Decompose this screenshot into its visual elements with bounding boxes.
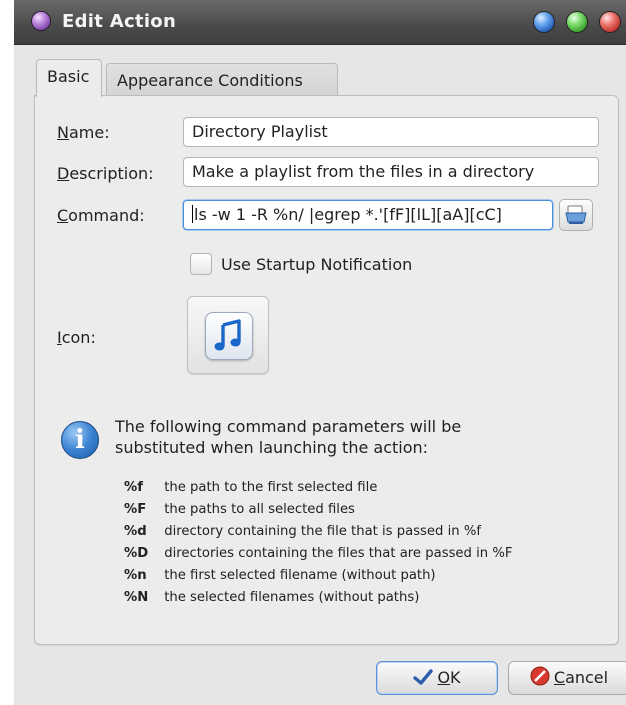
browse-command-button[interactable] [559,199,593,231]
param-row: %n the first selected filename (without … [124,568,436,583]
tab-basic-label: Basic [47,67,90,86]
icon-label: Icon: [57,328,96,347]
text-cursor [192,205,193,223]
open-file-icon [565,205,587,224]
param-row: %d directory containing the file that is… [124,524,481,539]
title-bar[interactable]: Edit Action [14,0,626,45]
description-label: Description: [57,164,154,183]
cancel-button[interactable]: Cancel [508,661,626,695]
param-row: %D directories containing the files that… [124,546,513,561]
tab-basic[interactable]: Basic [36,59,102,97]
basic-tab-panel: Name: Directory Playlist Description: Ma… [34,95,619,645]
name-label: Name: [57,123,110,142]
command-field[interactable]: ls -w 1 -R %n/ |egrep *.'[fF][lL][aA][cC… [183,200,553,230]
info-text: The following command parameters will be… [115,417,462,457]
tab-appearance-conditions[interactable]: Appearance Conditions [106,63,338,97]
tab-appearance-conditions-label: Appearance Conditions [117,71,303,90]
edit-action-window: Edit Action Basic Appearance Conditions … [14,0,626,705]
description-field[interactable]: Make a playlist from the files in a dire… [183,157,599,187]
music-note-icon [205,312,253,360]
startup-notification-checkbox[interactable] [190,253,212,275]
cancel-icon [530,666,550,686]
startup-notification-label[interactable]: Use Startup Notification [221,255,412,274]
window-title: Edit Action [62,11,177,32]
minimize-button[interactable] [534,12,554,32]
maximize-button[interactable] [567,12,587,32]
action-icon-button[interactable] [187,296,269,374]
info-icon: i [61,421,99,459]
param-row: %f the path to the first selected file [124,480,378,495]
checkmark-icon [413,669,434,685]
ok-button[interactable]: OK [376,661,498,695]
name-field[interactable]: Directory Playlist [183,117,599,147]
param-row: %N the selected filenames (without paths… [124,590,420,605]
close-button[interactable] [600,12,620,32]
param-row: %F the paths to all selected files [124,502,355,517]
app-icon [32,12,50,30]
command-label: Command: [57,206,145,225]
